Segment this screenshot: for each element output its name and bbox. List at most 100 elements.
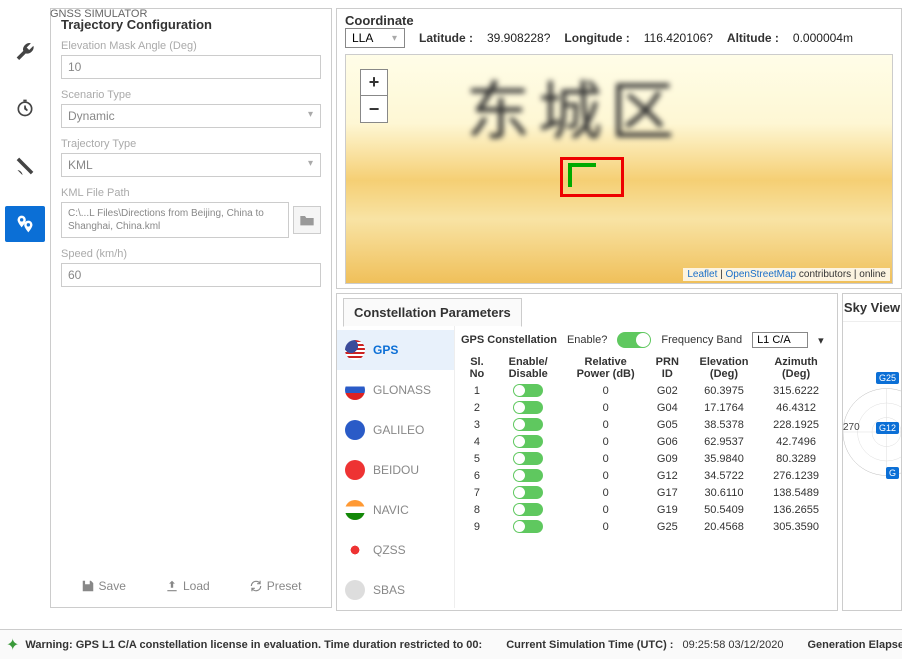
table-row: 20G0417.176446.4312 xyxy=(461,399,831,416)
cn-flag-icon xyxy=(345,460,365,480)
trajectory-panel: Trajectory Configuration Elevation Mask … xyxy=(50,8,332,608)
map-trajectory-marker xyxy=(568,163,596,187)
kml-path-field[interactable]: C:\...L Files\Directions from Beijing, C… xyxy=(61,202,289,238)
sky-angle-270: 270 xyxy=(843,422,860,433)
save-button[interactable]: Save xyxy=(81,579,126,593)
pin-icon xyxy=(15,214,35,234)
warning-icon: ✦ xyxy=(6,635,19,655)
system-navic[interactable]: NAVIC xyxy=(337,490,454,530)
sky-view-title: Sky View xyxy=(843,294,901,322)
system-glonass[interactable]: GLONASS xyxy=(337,370,454,410)
left-nav xyxy=(0,8,50,608)
map-attribution: Leaflet | OpenStreetMap contributors | o… xyxy=(683,268,890,281)
table-row: 90G2520.4568305.3590 xyxy=(461,518,831,535)
sky-sat-g: G xyxy=(886,467,899,479)
table-row: 70G1730.6110138.5489 xyxy=(461,484,831,501)
sat-enable-toggle[interactable] xyxy=(513,401,543,414)
sat-enable-toggle[interactable] xyxy=(513,435,543,448)
osm-link[interactable]: OpenStreetMap xyxy=(726,269,797,280)
altitude-label: Altitude : xyxy=(727,31,779,45)
simtime-value: 09:25:58 03/12/2020 xyxy=(683,639,784,651)
altitude-value: 0.000004m xyxy=(793,31,853,45)
us-flag-icon xyxy=(345,340,365,360)
browse-file-button[interactable] xyxy=(293,206,321,234)
blank-flag-icon xyxy=(345,580,365,600)
sat-enable-toggle[interactable] xyxy=(513,452,543,465)
map[interactable]: + − 东城区 Leaflet | OpenStreetMap contribu… xyxy=(345,54,893,284)
system-gps[interactable]: GPS xyxy=(337,330,454,370)
system-qzss[interactable]: QZSS xyxy=(337,530,454,570)
trajectory-type-label: Trajectory Type xyxy=(61,138,321,150)
wrench-icon xyxy=(15,40,35,60)
constellation-tab[interactable]: Constellation Parameters xyxy=(343,298,522,327)
refresh-icon xyxy=(249,579,263,593)
satellite-icon xyxy=(15,156,35,176)
leaflet-link[interactable]: Leaflet xyxy=(687,269,717,280)
frequency-band-label: Frequency Band xyxy=(661,334,742,346)
in-flag-icon xyxy=(345,500,365,520)
table-row: 80G1950.5409136.2655 xyxy=(461,501,831,518)
chevron-down-icon[interactable]: ▾ xyxy=(818,334,824,347)
constellation-panel: Constellation Parameters GPS GLONASS GAL… xyxy=(336,293,838,611)
sky-view-panel: Sky View 270 G25 G12 G xyxy=(842,293,902,611)
constellation-heading: GPS Constellation xyxy=(461,334,557,346)
frequency-band-select[interactable] xyxy=(752,332,808,348)
map-region-text: 东城区 xyxy=(466,61,682,153)
latitude-label: Latitude : xyxy=(419,31,473,45)
sat-enable-toggle[interactable] xyxy=(513,384,543,397)
coord-mode-select[interactable] xyxy=(345,28,405,48)
trajectory-type-select[interactable] xyxy=(61,153,321,177)
ru-flag-icon xyxy=(345,380,365,400)
speed-input[interactable] xyxy=(61,263,321,287)
folder-icon xyxy=(299,213,315,227)
constellation-system-list: GPS GLONASS GALILEO BEIDOU NAVIC QZSS SB… xyxy=(337,326,455,608)
coordinate-panel: Spe Coordinate Latitude : 39.908228? Lon… xyxy=(336,8,902,289)
satellite-table: Sl. No Enable/ Disable Relative Power (d… xyxy=(461,354,831,535)
scenario-type-select[interactable] xyxy=(61,104,321,128)
elev-mask-input[interactable] xyxy=(61,55,321,79)
longitude-value: 116.420106? xyxy=(644,31,713,45)
constellation-enable-toggle[interactable] xyxy=(617,332,651,348)
jp-flag-icon xyxy=(345,540,365,560)
sat-enable-toggle[interactable] xyxy=(513,520,543,533)
nav-location[interactable] xyxy=(5,206,45,242)
latitude-value: 39.908228? xyxy=(487,31,550,45)
load-button[interactable]: Load xyxy=(165,579,210,593)
table-row: 60G1234.5722276.1239 xyxy=(461,467,831,484)
sat-enable-toggle[interactable] xyxy=(513,503,543,516)
app-title: GNSS SIMULATOR xyxy=(50,8,147,20)
speed-label: Speed (km/h) xyxy=(61,248,321,260)
system-beidou[interactable]: BEIDOU xyxy=(337,450,454,490)
sat-enable-toggle[interactable] xyxy=(513,486,543,499)
nav-satellite[interactable] xyxy=(5,148,45,184)
sky-sat-g12: G12 xyxy=(876,422,899,434)
status-bar: ✦ Warning: GPS L1 C/A constellation lice… xyxy=(0,629,902,659)
scenario-type-label: Scenario Type xyxy=(61,89,321,101)
simtime-label: Current Simulation Time (UTC) : xyxy=(506,639,673,651)
sat-enable-toggle[interactable] xyxy=(513,418,543,431)
elev-mask-label: Elevation Mask Angle (Deg) xyxy=(61,40,321,52)
status-warning-text: Warning: GPS L1 C/A constellation licens… xyxy=(25,639,482,651)
enable-label: Enable? xyxy=(567,334,607,346)
nav-settings[interactable] xyxy=(5,32,45,68)
system-sbas[interactable]: SBAS xyxy=(337,570,454,610)
kml-path-label: KML File Path xyxy=(61,187,321,199)
genelapsed-label: Generation Elapsed Tim xyxy=(807,639,902,651)
zoom-out-button[interactable]: − xyxy=(361,96,387,122)
sky-plot: 270 G25 G12 G xyxy=(843,322,901,542)
system-galileo[interactable]: GALILEO xyxy=(337,410,454,450)
upload-icon xyxy=(165,579,179,593)
sat-enable-toggle[interactable] xyxy=(513,469,543,482)
longitude-label: Longitude : xyxy=(564,31,629,45)
coordinate-title: Coordinate xyxy=(345,13,893,28)
zoom-in-button[interactable]: + xyxy=(361,70,387,96)
eu-flag-icon xyxy=(345,420,365,440)
nav-clock[interactable] xyxy=(5,90,45,126)
table-row: 30G0538.5378228.1925 xyxy=(461,416,831,433)
sky-sat-g25: G25 xyxy=(876,372,899,384)
table-row: 10G0260.3975315.6222 xyxy=(461,382,831,399)
save-icon xyxy=(81,579,95,593)
table-row: 50G0935.984080.3289 xyxy=(461,450,831,467)
preset-button[interactable]: Preset xyxy=(249,579,302,593)
clock-icon xyxy=(15,98,35,118)
